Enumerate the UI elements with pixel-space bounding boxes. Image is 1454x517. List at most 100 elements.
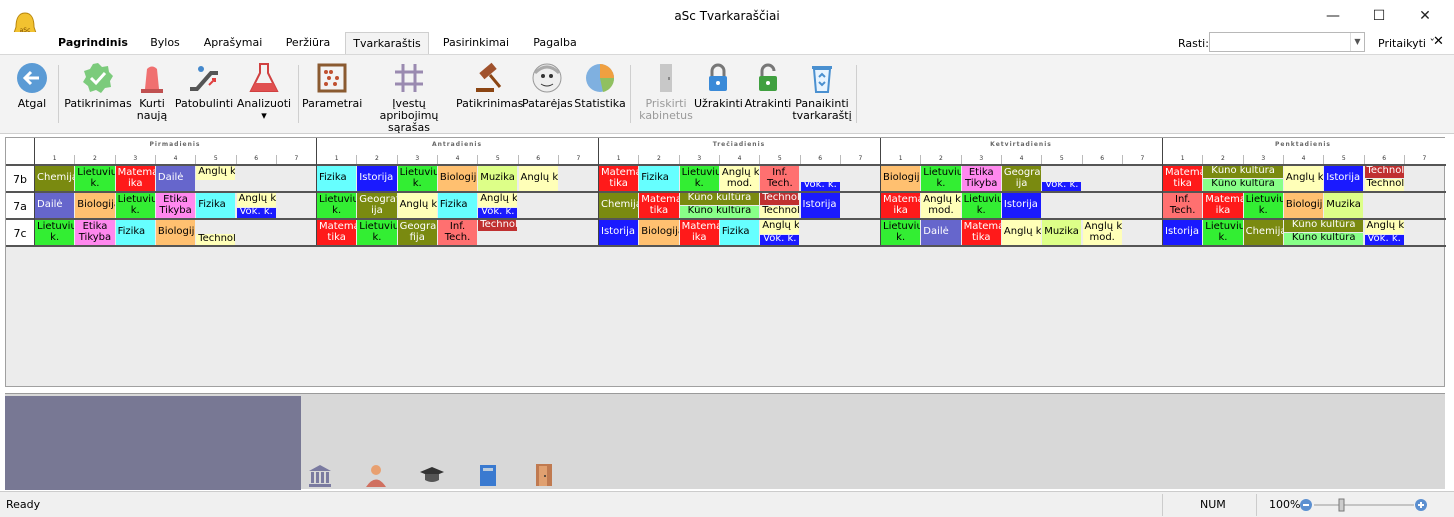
lesson-card[interactable]: Technol (760, 193, 800, 205)
lesson-card[interactable]: Lietuvių k. (75, 166, 115, 191)
lesson-card[interactable]: Biologija (155, 220, 196, 245)
lesson-card[interactable]: Lietuvių k. (921, 166, 961, 191)
lesson-card[interactable]: Fizika (317, 166, 357, 191)
lesson-card[interactable]: Lietuvių k. (35, 220, 75, 245)
minimize-button[interactable]: — (1318, 6, 1348, 26)
lesson-card[interactable]: Matema tika (317, 220, 357, 245)
lesson-card[interactable]: Inf. Tech. (437, 220, 478, 245)
class-label-7a[interactable]: 7a (6, 193, 34, 220)
zoom-slider[interactable] (1300, 497, 1430, 513)
lesson-card[interactable]: Lietuvių k. (397, 166, 437, 191)
lesson-card[interactable]: Lietuvių k. (115, 193, 155, 218)
book-icon[interactable] (475, 462, 501, 488)
improve-button[interactable]: Patobulinti (172, 61, 236, 110)
lesson-card[interactable]: Vok. k. (236, 208, 276, 218)
back-button[interactable]: Atgal (12, 61, 52, 110)
lesson-card[interactable]: Lietuvių k. (317, 193, 357, 218)
advisor-button[interactable]: Patarėjas (522, 61, 573, 110)
unlock-button[interactable]: Atrakinti (744, 61, 792, 110)
lesson-card[interactable]: Chemija (599, 193, 639, 218)
lesson-card[interactable]: Geograf ija (1001, 166, 1042, 191)
lesson-card[interactable]: Biologija (639, 220, 679, 245)
lesson-card[interactable]: Kūno kultūra (679, 193, 760, 205)
lesson-card[interactable]: Anglų k. mod. (719, 166, 760, 191)
lesson-card[interactable]: Anglų k. (1001, 220, 1042, 245)
lesson-card[interactable]: Dailė (155, 166, 196, 191)
lesson-card[interactable]: Matemat ika (679, 220, 719, 245)
lesson-card[interactable]: Vok. k. (1042, 182, 1082, 191)
tab-perziura[interactable]: Peržiūra (276, 32, 340, 54)
lesson-card[interactable]: Matemat ika (115, 166, 155, 191)
lesson-card[interactable]: Matema tika (599, 166, 639, 191)
stats-button[interactable]: Statistika (574, 61, 626, 110)
lesson-card[interactable]: Matema tika (1163, 166, 1203, 191)
lesson-card[interactable]: Kūno kultūra (679, 206, 760, 218)
tab-tvarkarastis[interactable]: Tvarkaraštis (345, 32, 429, 54)
lesson-card[interactable]: Etika Tikyba (961, 166, 1001, 191)
lesson-card[interactable]: Anglų k. (760, 220, 800, 234)
lesson-card[interactable]: Chemija (35, 166, 75, 191)
lesson-card[interactable]: Istorija (599, 220, 639, 245)
lesson-card[interactable]: Kūno kultūra (1283, 220, 1364, 232)
lesson-card[interactable]: Fizika (196, 193, 236, 218)
params-button[interactable]: Parametrai (302, 61, 362, 110)
close-ribbon-icon[interactable]: ✕ (1433, 34, 1444, 49)
lesson-card[interactable]: Technol (1364, 179, 1404, 191)
lesson-card[interactable]: Vok. k. (1364, 235, 1404, 245)
lesson-card[interactable]: Anglų k. mod. (1082, 220, 1122, 245)
create-new-button[interactable]: Kurti naują (134, 61, 170, 122)
lesson-card[interactable]: Lietuvių k. (1243, 193, 1283, 218)
graduation-cap-icon[interactable] (419, 462, 445, 488)
check-button[interactable]: Patikrinimas (64, 61, 132, 110)
lesson-card[interactable]: Anglų k. (236, 193, 276, 207)
lesson-card[interactable]: Geograf ija (357, 193, 397, 218)
lesson-card[interactable]: Technol (760, 206, 800, 218)
lesson-card[interactable]: Etika Tikyba (75, 220, 115, 245)
lesson-card[interactable]: Geogra fija (397, 220, 437, 245)
lesson-card[interactable]: Anglų k. (478, 193, 518, 207)
lesson-card[interactable]: Lietuvių k. (881, 220, 921, 245)
lock-button[interactable]: Užrakinti (694, 61, 743, 110)
lesson-card[interactable]: Fizika (437, 193, 478, 218)
class-label-7b[interactable]: 7b (6, 166, 34, 193)
lesson-card[interactable]: Matemat ika (1203, 193, 1243, 218)
lesson-card[interactable]: Chemija (1243, 220, 1283, 245)
lesson-card[interactable]: Istorija (1324, 166, 1364, 191)
lesson-card[interactable]: Matema tika (961, 220, 1001, 245)
lesson-card[interactable]: Anglų k. (1364, 220, 1404, 234)
search-dropdown-icon[interactable]: ▼ (1350, 33, 1364, 51)
lesson-card[interactable]: Biologija (75, 193, 115, 218)
lesson-card[interactable]: Istorija (357, 166, 397, 191)
lesson-card[interactable]: Technol (196, 233, 236, 245)
lesson-card[interactable]: Matemat ika (881, 193, 921, 218)
lesson-card[interactable]: Kūno kultūra (1203, 166, 1283, 178)
tab-pasirinkimai[interactable]: Pasirinkimai (436, 32, 516, 54)
lesson-card[interactable]: Biologija (881, 166, 921, 191)
tab-pagalba[interactable]: Pagalba (524, 32, 586, 54)
search-input[interactable] (1209, 32, 1365, 52)
lesson-card[interactable]: Matema tika (639, 193, 679, 218)
lesson-card[interactable]: Fizika (719, 220, 760, 245)
lesson-card[interactable]: Lietuvių k. (961, 193, 1001, 218)
lesson-card[interactable]: Muzika (1324, 193, 1364, 218)
lesson-card[interactable]: Dailė (921, 220, 961, 245)
lesson-card[interactable]: Dailė (35, 193, 75, 218)
lesson-card[interactable]: Fizika (115, 220, 155, 245)
tab-pagrindinis[interactable]: Pagrindinis (52, 32, 134, 54)
teacher-icon[interactable] (363, 462, 389, 488)
lesson-card[interactable]: Etika Tikyba (155, 193, 196, 218)
door-icon[interactable] (531, 462, 557, 488)
timetable-grid[interactable]: Pirmadienis Antradienis Trečiadienis Ket… (5, 137, 1446, 387)
analyze-button[interactable]: Analizuoti ▾ (236, 61, 292, 122)
lesson-card[interactable]: Anglų k. mod. (921, 193, 961, 218)
customize-button[interactable]: Pritaikyti ˇ (1378, 37, 1435, 50)
building-icon[interactable] (307, 462, 333, 488)
lesson-card[interactable]: Istorija (1163, 220, 1203, 245)
assign-rooms-button[interactable]: Priskirti kabinetus (636, 61, 696, 122)
lesson-card[interactable]: Kūno kultūra (1203, 179, 1283, 191)
lesson-card[interactable]: Vok. k. (760, 235, 800, 245)
lesson-card[interactable]: Anglų k. (397, 193, 437, 218)
lesson-card[interactable]: Technol (478, 220, 518, 232)
lesson-card[interactable]: Anglų k. (196, 166, 236, 180)
tab-bylos[interactable]: Bylos (140, 32, 190, 54)
